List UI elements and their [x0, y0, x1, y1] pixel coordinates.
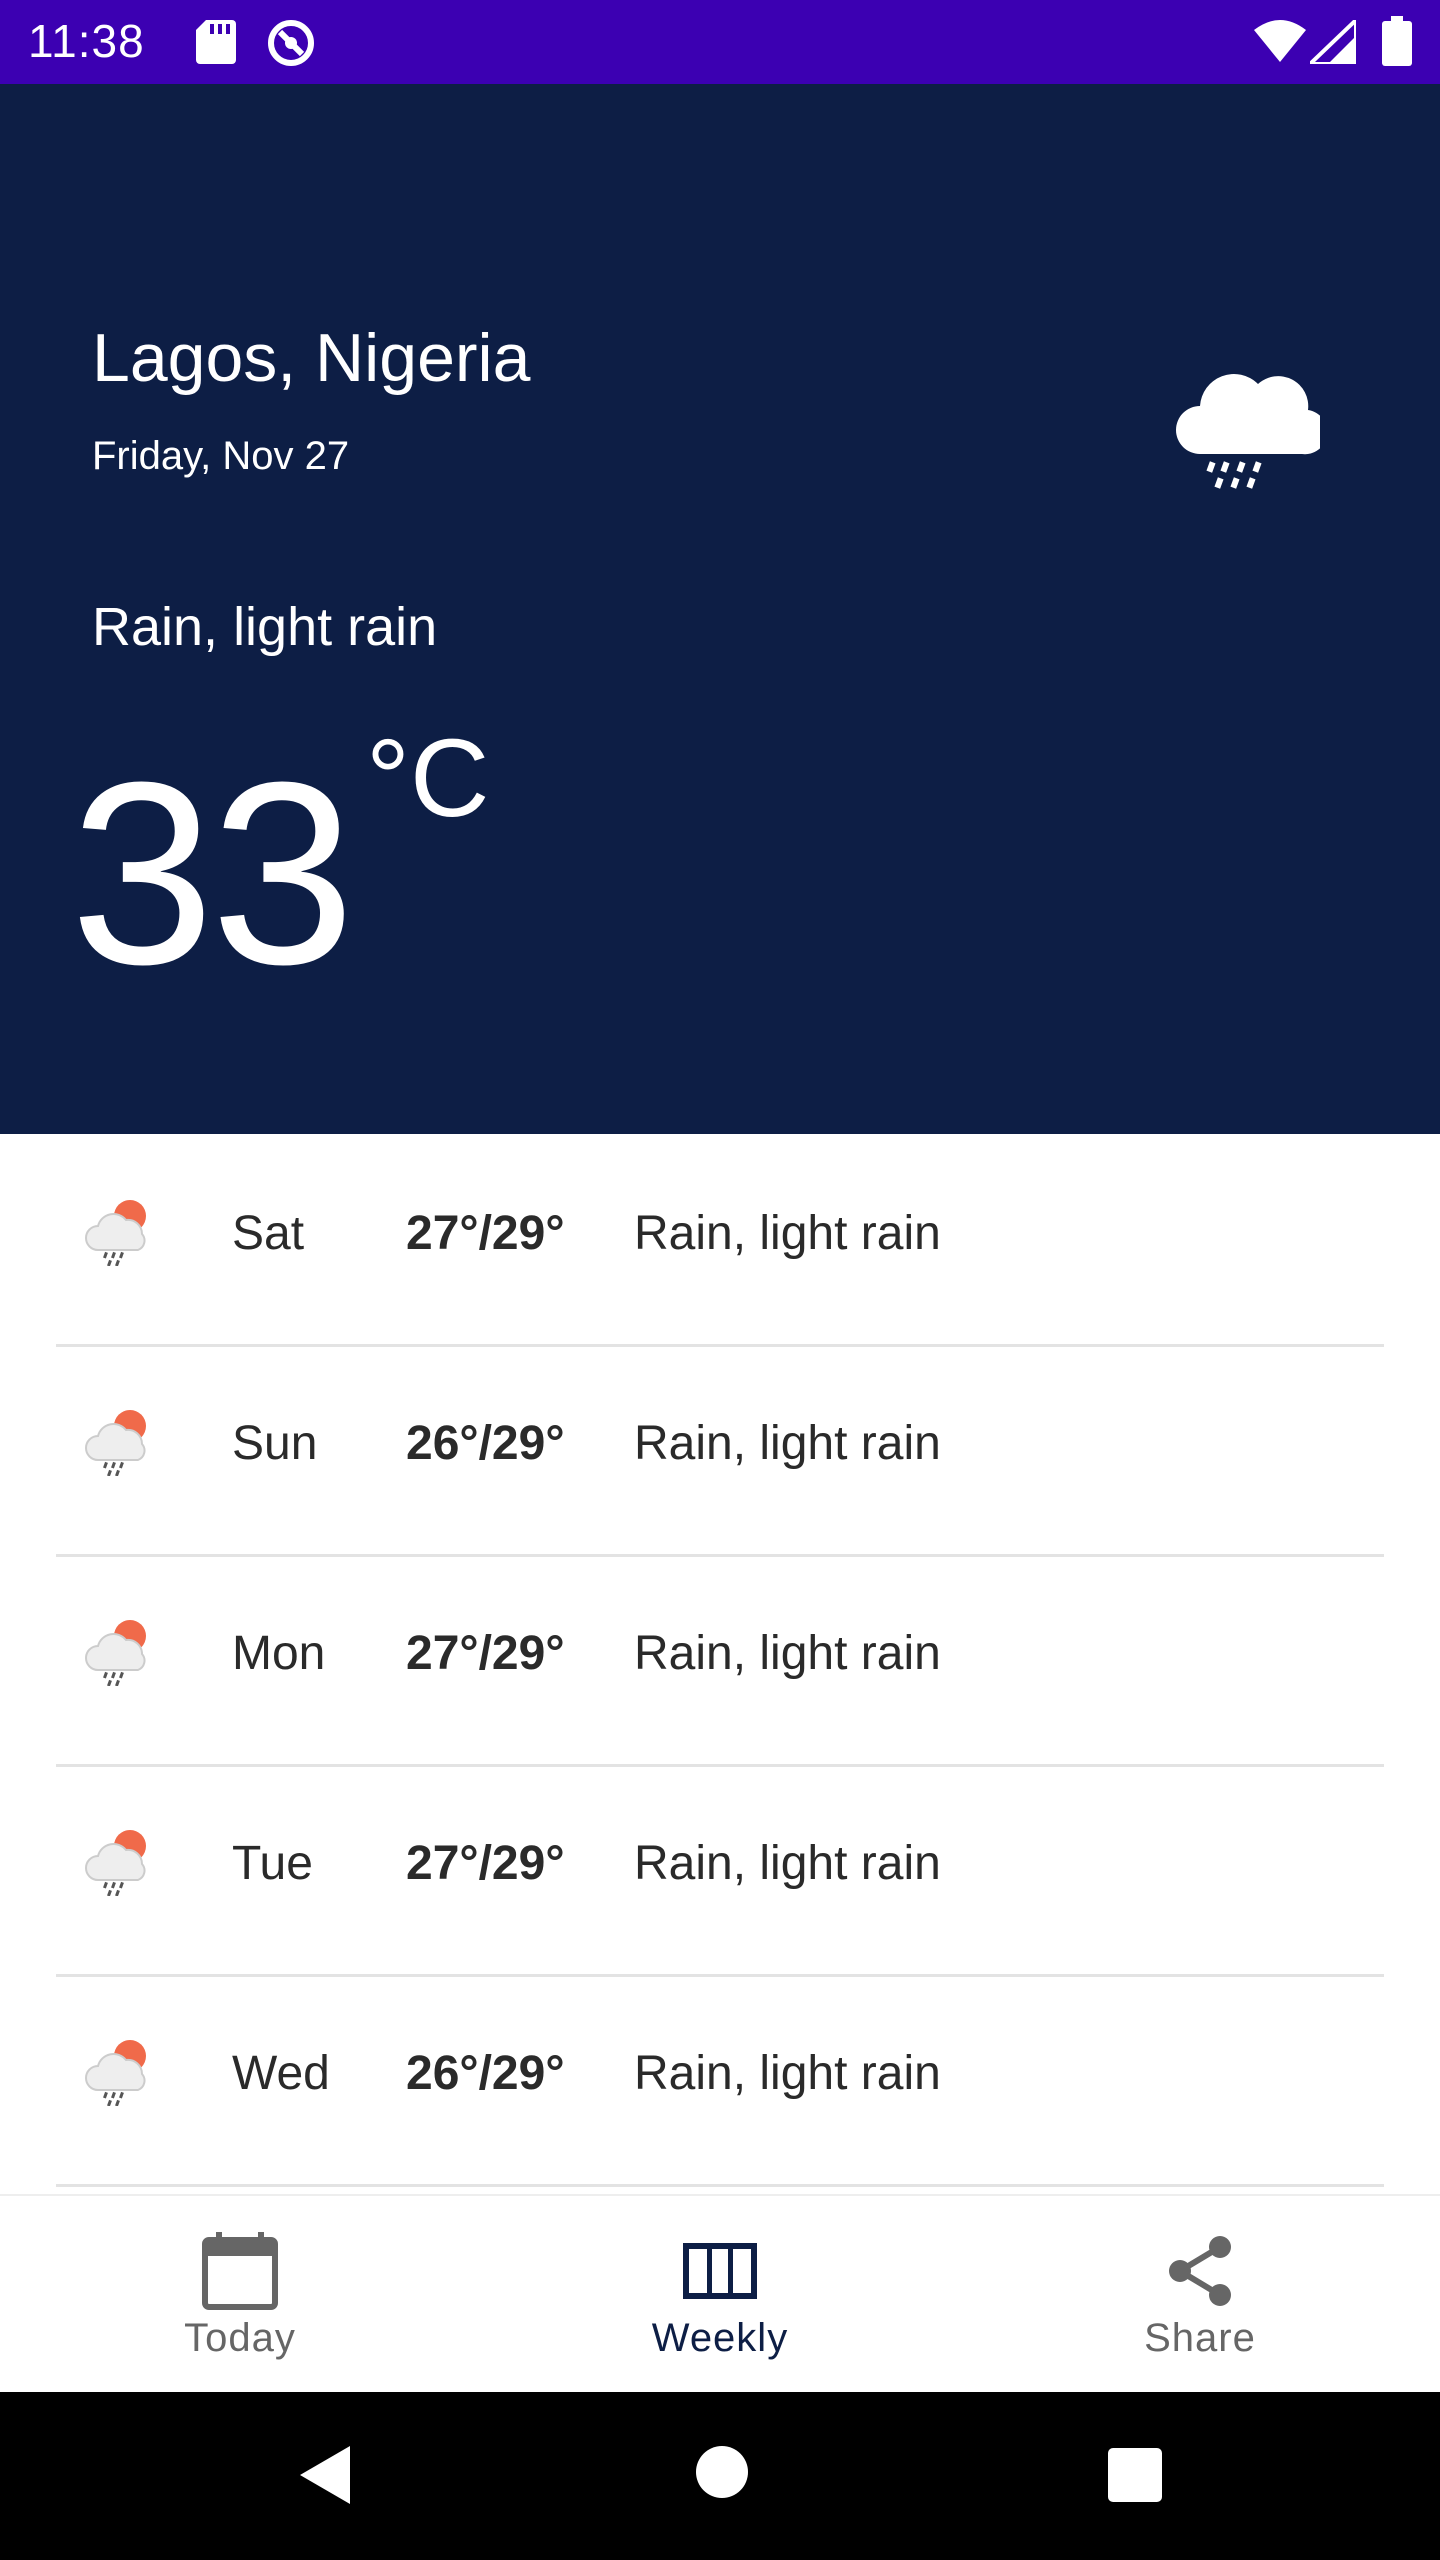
columns-icon — [683, 2232, 757, 2310]
nav-weekly[interactable]: Weekly — [480, 2196, 960, 2394]
status-bar: 11:38 — [0, 0, 1440, 84]
forecast-description: Rain, light rain — [634, 1207, 941, 1260]
forecast-day: Tue — [232, 1837, 313, 1890]
forecast-day: Sun — [232, 1417, 318, 1470]
temperature-unit: °C — [366, 717, 490, 840]
forecast-temps: 26°/29° — [406, 2047, 565, 2100]
forecast-day: Wed — [232, 2047, 330, 2100]
status-time: 11:38 — [28, 15, 145, 67]
current-temperature: 33 — [70, 729, 355, 1019]
sync-icon — [266, 18, 316, 73]
forecast-day: Sat — [232, 1207, 305, 1260]
rain-sun-icon — [82, 1614, 154, 1691]
bottom-navigation: Today Weekly Share — [0, 2194, 1440, 2394]
battery-icon — [1382, 16, 1412, 71]
weekly-forecast-list: Sat 27°/29° Rain, light rain Sun 26°/29°… — [0, 1134, 1440, 2194]
home-icon[interactable] — [694, 2444, 750, 2505]
forecast-row[interactable]: Tue 27°/29° Rain, light rain — [56, 1764, 1384, 1977]
current-weather-card: Lagos, Nigeria Friday, Nov 27 Rain, ligh… — [0, 84, 1440, 1134]
system-navigation-bar — [0, 2392, 1440, 2560]
back-icon[interactable] — [296, 2444, 352, 2511]
forecast-row[interactable]: Wed 26°/29° Rain, light rain — [56, 1974, 1384, 2187]
forecast-description: Rain, light rain — [634, 1837, 941, 1890]
calendar-icon — [202, 2232, 278, 2310]
current-condition: Rain, light rain — [92, 597, 438, 657]
forecast-row[interactable]: Sun 26°/29° Rain, light rain — [56, 1344, 1384, 1557]
sd-card-icon — [196, 20, 236, 69]
signal-icon — [1305, 15, 1358, 69]
rain-sun-icon — [82, 2034, 154, 2111]
share-icon — [1166, 2232, 1234, 2310]
nav-share[interactable]: Share — [960, 2196, 1440, 2394]
current-date: Friday, Nov 27 — [92, 434, 350, 478]
forecast-description: Rain, light rain — [634, 2047, 941, 2100]
forecast-description: Rain, light rain — [634, 1627, 941, 1680]
nav-label: Share — [1144, 2316, 1256, 2360]
forecast-description: Rain, light rain — [634, 1417, 941, 1470]
forecast-temps: 27°/29° — [406, 1207, 565, 1260]
rain-sun-icon — [82, 1404, 154, 1481]
nav-today[interactable]: Today — [0, 2196, 480, 2394]
recent-apps-icon[interactable] — [1108, 2448, 1162, 2507]
nav-label: Weekly — [651, 2316, 789, 2360]
nav-label: Today — [184, 2316, 296, 2360]
forecast-row[interactable]: Sat 27°/29° Rain, light rain — [56, 1134, 1384, 1347]
rain-sun-icon — [82, 1194, 154, 1271]
forecast-temps: 27°/29° — [406, 1627, 565, 1680]
wifi-icon — [1254, 20, 1306, 67]
forecast-temps: 26°/29° — [406, 1417, 565, 1470]
forecast-row[interactable]: Mon 27°/29° Rain, light rain — [56, 1554, 1384, 1767]
forecast-temps: 27°/29° — [406, 1837, 565, 1890]
forecast-day: Mon — [232, 1627, 326, 1680]
rain-sun-icon — [82, 1824, 154, 1901]
rain-cloud-icon — [1160, 344, 1328, 499]
location-name: Lagos, Nigeria — [92, 320, 531, 396]
